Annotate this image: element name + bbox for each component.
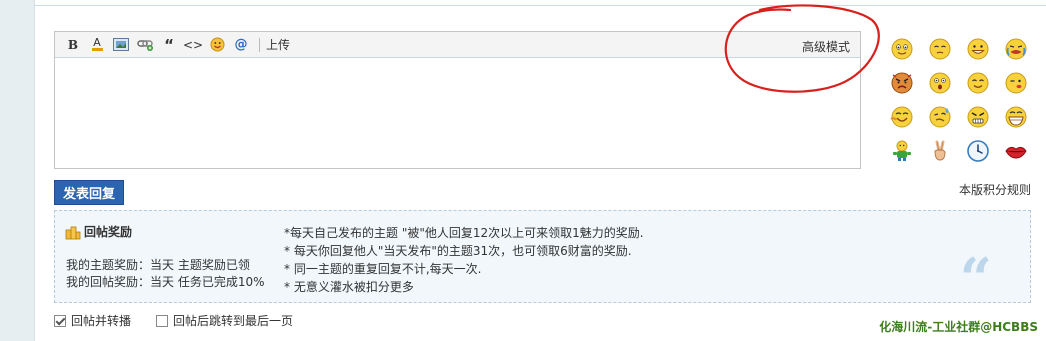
clock-icon[interactable] <box>966 139 990 163</box>
left-rail <box>0 0 35 341</box>
code-icon: <> <box>182 37 204 52</box>
link-button[interactable] <box>133 34 157 56</box>
coins-icon <box>65 226 81 239</box>
upload-button[interactable]: 上传 <box>266 36 290 53</box>
jump-last-page-label: 回帖后跳转到最后一页 <box>173 314 294 328</box>
shy-icon[interactable] <box>928 37 952 61</box>
bold-button[interactable]: B <box>61 34 85 56</box>
advanced-mode-link[interactable]: 高级模式 <box>802 38 850 55</box>
reply-and-share-checkbox[interactable] <box>54 314 66 327</box>
quote-decoration-icon: “ <box>959 246 992 312</box>
reply-textarea[interactable] <box>55 59 860 168</box>
reward-title-text: 回帖奖励 <box>84 225 133 239</box>
emoji-button[interactable] <box>205 34 229 56</box>
jump-last-page-option[interactable]: 回帖后跳转到最后一页 <box>156 312 293 329</box>
submit-reply-button[interactable]: 发表回复 <box>54 180 124 205</box>
grin-icon[interactable] <box>966 37 990 61</box>
link-icon <box>136 40 153 51</box>
image-icon <box>113 38 129 51</box>
reply-and-share-option[interactable]: 回帖并转播 <box>54 312 131 329</box>
quote-icon: “ <box>164 35 174 54</box>
image-button[interactable] <box>109 34 133 56</box>
cry-icon[interactable] <box>1004 37 1028 61</box>
toolbar-separator <box>259 37 260 52</box>
reward-rule: * 同一主题的重复回复不计,每天一次. <box>284 262 482 276</box>
figure-icon[interactable] <box>890 139 914 163</box>
reward-rule: * 每天你回复他人"当天发布"的主题31次，也可领取6财富的奖励. <box>284 244 632 258</box>
mention-button[interactable]: @ <box>229 34 253 56</box>
laugh-icon[interactable] <box>890 105 914 129</box>
credit-rules-link[interactable]: 本版积分规则 <box>959 181 1031 198</box>
code-button[interactable]: <> <box>181 34 205 56</box>
font-color-button[interactable]: A <box>85 34 109 56</box>
victory-icon[interactable] <box>928 139 952 163</box>
smile-icon[interactable] <box>890 37 914 61</box>
reply-reward-panel: 回帖奖励 我的主题奖励：当天 主题奖励已领 我的回帖奖励：当天 任务已完成10%… <box>54 210 1031 307</box>
emoji-icon <box>210 37 224 52</box>
font-color-icon: A <box>91 36 103 51</box>
jump-last-page-checkbox[interactable] <box>156 314 168 327</box>
my-topic-reward: 我的主题奖励：当天 主题奖励已领 <box>66 258 250 272</box>
wink-icon[interactable] <box>1004 71 1028 95</box>
divider <box>35 5 1046 6</box>
lips-icon[interactable] <box>1004 139 1028 163</box>
reward-title: 回帖奖励 <box>65 223 132 240</box>
happy-icon[interactable] <box>966 71 990 95</box>
sweat-icon[interactable] <box>928 105 952 129</box>
reply-and-share-label: 回帖并转播 <box>71 314 132 328</box>
surprised-icon[interactable] <box>928 71 952 95</box>
at-icon: @ <box>234 37 248 52</box>
bold-icon: B <box>67 37 79 52</box>
quote-button[interactable]: “ <box>157 34 181 56</box>
reply-editor[interactable]: B A “ <> @ 上传 高级模式 <box>54 31 861 169</box>
editor-toolbar: B A “ <> @ 上传 高级模式 <box>55 32 860 58</box>
watermark: 化海川流-工业社群@HCBBS <box>879 320 1038 334</box>
reward-rule: *每天自己发布的主题 "被"他人回复12次以上可来领取1魅力的奖励. <box>284 226 644 240</box>
my-reply-reward: 我的回帖奖励：当天 任务已完成10% <box>66 275 265 289</box>
angry-icon[interactable] <box>890 71 914 95</box>
reward-rule: * 无意义灌水被扣分更多 <box>284 280 414 294</box>
big-grin-icon[interactable] <box>1004 105 1028 129</box>
mad-icon[interactable] <box>966 105 990 129</box>
